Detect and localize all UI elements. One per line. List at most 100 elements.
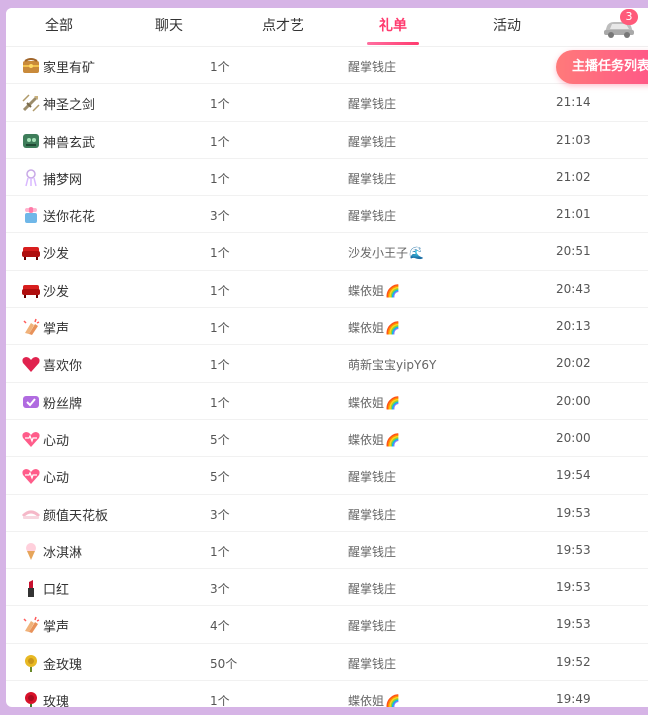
- clap-icon: [23, 318, 40, 336]
- gift-count: 1个: [210, 171, 230, 186]
- gift-row: 金玫瑰 50个 醒掌钱庄 19:52: [6, 644, 648, 682]
- heartbeat-icon: [22, 469, 40, 485]
- lipstick-icon: [28, 580, 34, 598]
- sender-emoji: 🌊: [409, 246, 424, 261]
- sender-name-text: 醒掌钱庄: [348, 582, 397, 597]
- gift-time: 19:53: [556, 505, 591, 520]
- sender-name-text: 醒掌钱庄: [348, 209, 397, 224]
- gift-row: 心动 5个 醒掌钱庄 19:54: [6, 457, 648, 495]
- gift-name: 掌声: [43, 620, 70, 636]
- gift-time: 20:00: [556, 393, 591, 408]
- gift-list: 家里有矿 1个 醒掌钱庄 神圣之剑 1个 醒掌钱庄 21:14 神兽玄武 1个 醒掌钱庄 21:03…: [6, 47, 648, 707]
- sender-name[interactable]: 醒掌钱庄: [348, 580, 396, 597]
- sender-emoji: 🌈: [385, 395, 400, 410]
- gift-name: 冰淇淋: [43, 545, 83, 561]
- gift-row: 心动 5个 蝶依姐🌈 20:00: [6, 420, 648, 458]
- gift-count: 1个: [210, 97, 230, 112]
- sender-name[interactable]: 沙发小王子🌊: [348, 244, 424, 261]
- gift-name: 神圣之剑: [43, 98, 96, 114]
- gift-count: 1个: [210, 544, 230, 559]
- flower-gift-icon: [25, 207, 37, 224]
- gift-time: 20:00: [556, 430, 591, 445]
- dreamcatcher-icon: [25, 169, 37, 187]
- ceiling-icon: [21, 510, 41, 519]
- sender-name[interactable]: 醒掌钱庄: [348, 468, 396, 485]
- rose-icon: [25, 692, 37, 707]
- sender-name-text: 醒掌钱庄: [348, 544, 397, 559]
- sender-name[interactable]: 蝶依姐🌈: [348, 431, 400, 448]
- sender-name-text: 蝶依姐: [348, 395, 385, 410]
- gift-time: 21:03: [556, 132, 591, 147]
- sender-name[interactable]: 醒掌钱庄: [348, 95, 396, 112]
- gift-count: 5个: [210, 470, 230, 485]
- gift-row: 喜欢你 1个 萌新宝宝yipY6Y 20:02: [6, 345, 648, 383]
- gift-row: 颜值天花板 3个 醒掌钱庄 19:53: [6, 495, 648, 532]
- streamer-task-list-button[interactable]: 主播任务列表: [556, 50, 648, 84]
- gift-name: 颜值天花板: [43, 508, 109, 524]
- gift-time: 19:52: [556, 654, 591, 669]
- gift-name: 家里有矿: [43, 61, 96, 76]
- gift-time: 21:01: [556, 207, 591, 222]
- gift-row: 掌声 1个 蝶依姐🌈 20:13: [6, 308, 648, 346]
- gift-time: 20:13: [556, 319, 591, 334]
- sender-name-text: 醒掌钱庄: [348, 619, 397, 634]
- gift-time: 19:53: [556, 617, 591, 632]
- gift-count: 1个: [210, 395, 230, 410]
- sender-name[interactable]: 醒掌钱庄: [348, 543, 396, 560]
- sender-name-text: 醒掌钱庄: [348, 134, 397, 149]
- sender-name-text: 醒掌钱庄: [348, 171, 397, 186]
- tab-activity[interactable]: 活动: [472, 8, 542, 46]
- fan-badge-icon: [23, 395, 39, 408]
- sender-emoji: 🌈: [385, 694, 400, 707]
- gold-rose-icon: [25, 654, 37, 672]
- gift-row: 沙发 1个 沙发小王子🌊 20:51: [6, 233, 648, 271]
- sender-name-text: 萌新宝宝yipY6Y: [348, 358, 437, 373]
- sender-name[interactable]: 蝶依姐🌈: [348, 282, 400, 299]
- sender-name[interactable]: 醒掌钱庄: [348, 207, 396, 224]
- sender-name[interactable]: 醒掌钱庄: [348, 133, 396, 150]
- gift-row: 掌声 4个 醒掌钱庄 19:53: [6, 606, 648, 644]
- gift-count: 1个: [210, 134, 230, 149]
- gift-row: 冰淇淋 1个 醒掌钱庄 19:53: [6, 532, 648, 570]
- heartbeat-icon: [22, 431, 40, 447]
- gift-name: 金玫瑰: [43, 657, 83, 673]
- tab-gift-list[interactable]: 礼单: [358, 8, 428, 46]
- gift-name: 送你花花: [43, 210, 96, 226]
- sender-name-text: 醒掌钱庄: [348, 507, 397, 522]
- gift-time: 21:14: [556, 95, 591, 110]
- sender-emoji: 🌈: [385, 283, 400, 298]
- sender-name-text: 蝶依姐: [348, 432, 385, 447]
- gift-count: 1个: [210, 321, 230, 336]
- gift-count: 1个: [210, 60, 230, 74]
- gift-row: 口红 3个 醒掌钱庄 19:53: [6, 569, 648, 607]
- sender-name-text: 蝶依姐: [348, 694, 385, 707]
- tab-bar: 全部 聊天 点才艺 礼单 活动 3: [6, 8, 648, 47]
- sender-name[interactable]: 蝶依姐🌈: [348, 692, 400, 707]
- gift-count: 1个: [210, 246, 230, 261]
- sender-name[interactable]: 蝶依姐🌈: [348, 319, 400, 336]
- sender-name[interactable]: 蝶依姐🌈: [348, 394, 400, 411]
- sender-name[interactable]: 醒掌钱庄: [348, 58, 396, 75]
- gift-row: 玫瑰 1个 蝶依姐🌈 19:49: [6, 681, 648, 707]
- gift-name: 粉丝牌: [43, 396, 83, 412]
- tab-talent[interactable]: 点才艺: [248, 8, 318, 46]
- sofa-icon: [22, 284, 40, 298]
- sender-name[interactable]: 萌新宝宝yipY6Y: [348, 356, 436, 373]
- sender-name-text: 醒掌钱庄: [348, 656, 397, 671]
- gift-name: 口红: [43, 583, 70, 599]
- sender-name[interactable]: 醒掌钱庄: [348, 617, 396, 634]
- tab-chat[interactable]: 聊天: [134, 8, 204, 46]
- gift-row: 家里有矿 1个 醒掌钱庄: [6, 47, 648, 85]
- sender-name[interactable]: 醒掌钱庄: [348, 655, 396, 672]
- sender-name[interactable]: 醒掌钱庄: [348, 170, 396, 187]
- sender-emoji: 🌈: [385, 432, 400, 447]
- sender-name-text: 沙发小王子: [348, 246, 409, 261]
- gift-count: 5个: [210, 432, 230, 447]
- gift-time: 19:54: [556, 468, 591, 483]
- gift-count: 50个: [210, 656, 238, 671]
- gift-count: 3个: [210, 507, 230, 522]
- sender-name[interactable]: 醒掌钱庄: [348, 506, 396, 523]
- tab-all[interactable]: 全部: [24, 8, 94, 46]
- gift-count: 1个: [210, 694, 230, 707]
- gift-row: 神兽玄武 1个 醒掌钱庄 21:03: [6, 122, 648, 159]
